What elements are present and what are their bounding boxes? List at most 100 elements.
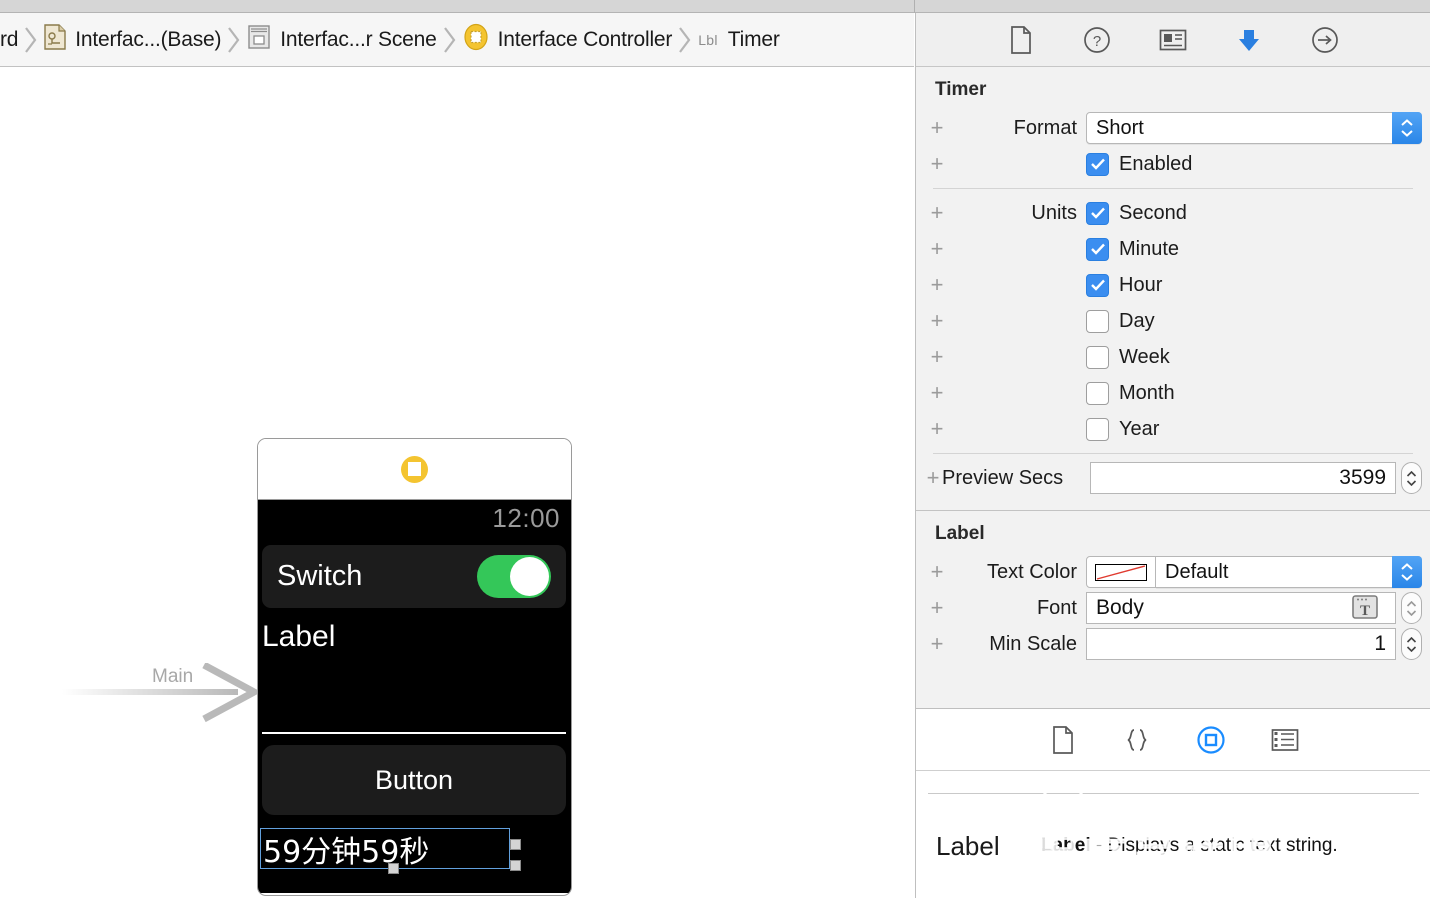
braces-icon[interactable]	[1122, 725, 1152, 755]
file-icon[interactable]	[1048, 725, 1078, 755]
window-top-strip	[0, 0, 1430, 13]
preview-secs-stepper[interactable]	[1401, 462, 1422, 494]
text-color-chevrons-icon[interactable]	[1392, 556, 1422, 588]
font-stepper[interactable]	[1401, 592, 1422, 624]
unit-checkbox-week[interactable]	[1086, 345, 1109, 369]
breadcrumb-chevron-icon	[18, 13, 44, 66]
inspector-separator	[933, 453, 1413, 454]
svg-text:?: ?	[1093, 33, 1101, 50]
unit-checkbox-year[interactable]	[1086, 417, 1109, 441]
size-class-plus-icon[interactable]: +	[924, 153, 950, 175]
no-color-red-slash-icon	[1095, 563, 1147, 581]
breadcrumb-chevron-icon	[672, 13, 698, 66]
units-row-hour: + Hour	[916, 267, 1430, 303]
font-label: Font	[1036, 596, 1077, 619]
file-icon[interactable]	[1006, 25, 1036, 55]
unit-label-month: Month	[1119, 381, 1175, 404]
breadcrumb-item-3[interactable]: Interface Controller	[463, 13, 673, 66]
breadcrumb-item-2[interactable]: Interfac...r Scene	[247, 13, 437, 66]
font-panel-icon[interactable]: T	[1352, 595, 1380, 621]
size-class-plus-icon[interactable]: +	[924, 310, 950, 332]
units-row-week: + Week	[916, 339, 1430, 375]
storyboard-canvas[interactable]: Main 12:00 Switch Label Button 59分钟59秒	[0, 67, 914, 898]
size-class-plus-icon[interactable]: +	[924, 117, 950, 139]
min-scale-label: Min Scale	[989, 632, 1077, 655]
switch-toggle[interactable]	[477, 555, 551, 598]
unit-checkbox-hour[interactable]	[1086, 273, 1109, 297]
list-item[interactable]: Label Label - Displays a static text str…	[916, 785, 1430, 887]
circle-square-icon[interactable]	[1196, 725, 1226, 755]
button-row[interactable]: Button	[262, 745, 566, 815]
size-class-plus-icon[interactable]: +	[924, 202, 950, 224]
switch-label: Switch	[277, 560, 363, 592]
enabled-label: Enabled	[1119, 152, 1193, 175]
font-row: + Font Body T	[916, 590, 1430, 626]
down-arrow-icon[interactable]	[1234, 25, 1264, 55]
arrow-circle-icon[interactable]	[1310, 25, 1340, 55]
unit-checkbox-day[interactable]	[1086, 309, 1109, 333]
label-row[interactable]: Label	[262, 615, 566, 658]
min-scale-row: + Min Scale 1	[916, 626, 1430, 662]
breadcrumb: rd Interfac...(Base) Interfac...r Scene …	[0, 13, 914, 67]
min-scale-input[interactable]: 1	[1086, 628, 1396, 660]
units-row-second: + Units Second	[916, 195, 1430, 231]
inspector-tab-bar: ?	[916, 13, 1430, 67]
watch-screen[interactable]: 12:00 Switch Label Button 59分钟59秒	[258, 500, 571, 893]
watch-device-frame[interactable]: 12:00 Switch Label Button 59分钟59秒	[257, 438, 572, 896]
status-bar-time: 12:00	[492, 503, 560, 533]
breadcrumb-label-3: Interface Controller	[497, 27, 673, 51]
interface-controller-badge-icon	[401, 455, 428, 483]
library-item-preview: Label	[936, 830, 1000, 861]
size-class-plus-icon[interactable]: +	[924, 633, 950, 655]
format-popup-button[interactable]: Short	[1086, 112, 1422, 144]
size-class-plus-icon[interactable]: +	[924, 274, 950, 296]
timer-row-selected[interactable]: 59分钟59秒	[260, 828, 510, 870]
text-color-popup-button[interactable]: Default	[1156, 556, 1422, 588]
size-class-plus-icon[interactable]: +	[924, 467, 942, 489]
size-class-plus-icon[interactable]: +	[924, 346, 950, 368]
panel-divider	[914, 0, 915, 13]
font-input[interactable]: Body T	[1086, 592, 1396, 624]
min-scale-stepper[interactable]	[1401, 628, 1422, 660]
breadcrumb-item-4[interactable]: Lbl Timer	[698, 13, 780, 66]
xcode-window: rd Interfac...(Base) Interfac...r Scene …	[0, 0, 1430, 898]
units-row-day: + Day	[916, 303, 1430, 339]
text-color-label: Text Color	[986, 560, 1077, 583]
library-separator	[928, 793, 1419, 794]
text-color-value: Default	[1165, 560, 1229, 583]
unit-checkbox-minute[interactable]	[1086, 237, 1109, 261]
size-class-plus-icon[interactable]: +	[924, 597, 950, 619]
breadcrumb-label-4: Timer	[727, 27, 780, 51]
units-row-minute: + Minute	[916, 231, 1430, 267]
unit-checkbox-month[interactable]	[1086, 381, 1109, 405]
preview-secs-label: Preview Secs	[942, 466, 1064, 489]
preview-secs-input[interactable]: 3599	[1090, 462, 1396, 494]
size-class-plus-icon[interactable]: +	[924, 561, 950, 583]
resize-handle-right-bottom[interactable]	[510, 860, 521, 871]
separator-line	[262, 732, 566, 734]
unit-checkbox-second[interactable]	[1086, 201, 1109, 225]
format-label: Format	[1013, 116, 1077, 139]
enabled-checkbox[interactable]	[1086, 152, 1109, 176]
identity-card-icon[interactable]	[1158, 25, 1188, 55]
format-chevrons-icon[interactable]	[1392, 112, 1422, 144]
breadcrumb-item-1[interactable]: Interfac...(Base)	[44, 13, 221, 66]
media-icon[interactable]	[1270, 725, 1300, 755]
size-class-plus-icon[interactable]: +	[924, 238, 950, 260]
resize-handle-right-top[interactable]	[510, 839, 521, 850]
watermark-text: 程序员联盟	[1031, 830, 1277, 887]
units-label: Units	[1031, 201, 1077, 224]
inspector-separator	[933, 188, 1413, 189]
size-class-plus-icon[interactable]: +	[924, 382, 950, 404]
attributes-inspector-body[interactable]: Timer + Format Short + Enabled + Units S…	[916, 67, 1430, 708]
breadcrumb-label-0: rd	[0, 27, 19, 51]
text-color-swatch[interactable]	[1086, 556, 1156, 588]
resize-handle-bottom-middle[interactable]	[388, 863, 399, 874]
breadcrumb-chevron-icon	[437, 13, 463, 66]
question-circle-icon[interactable]: ?	[1082, 25, 1112, 55]
storyboard-file-icon	[44, 24, 66, 55]
breadcrumb-item-0[interactable]: rd	[0, 13, 19, 66]
switch-row[interactable]: Switch	[262, 545, 566, 608]
size-class-plus-icon[interactable]: +	[924, 418, 950, 440]
entry-point-label: Main	[152, 666, 194, 687]
